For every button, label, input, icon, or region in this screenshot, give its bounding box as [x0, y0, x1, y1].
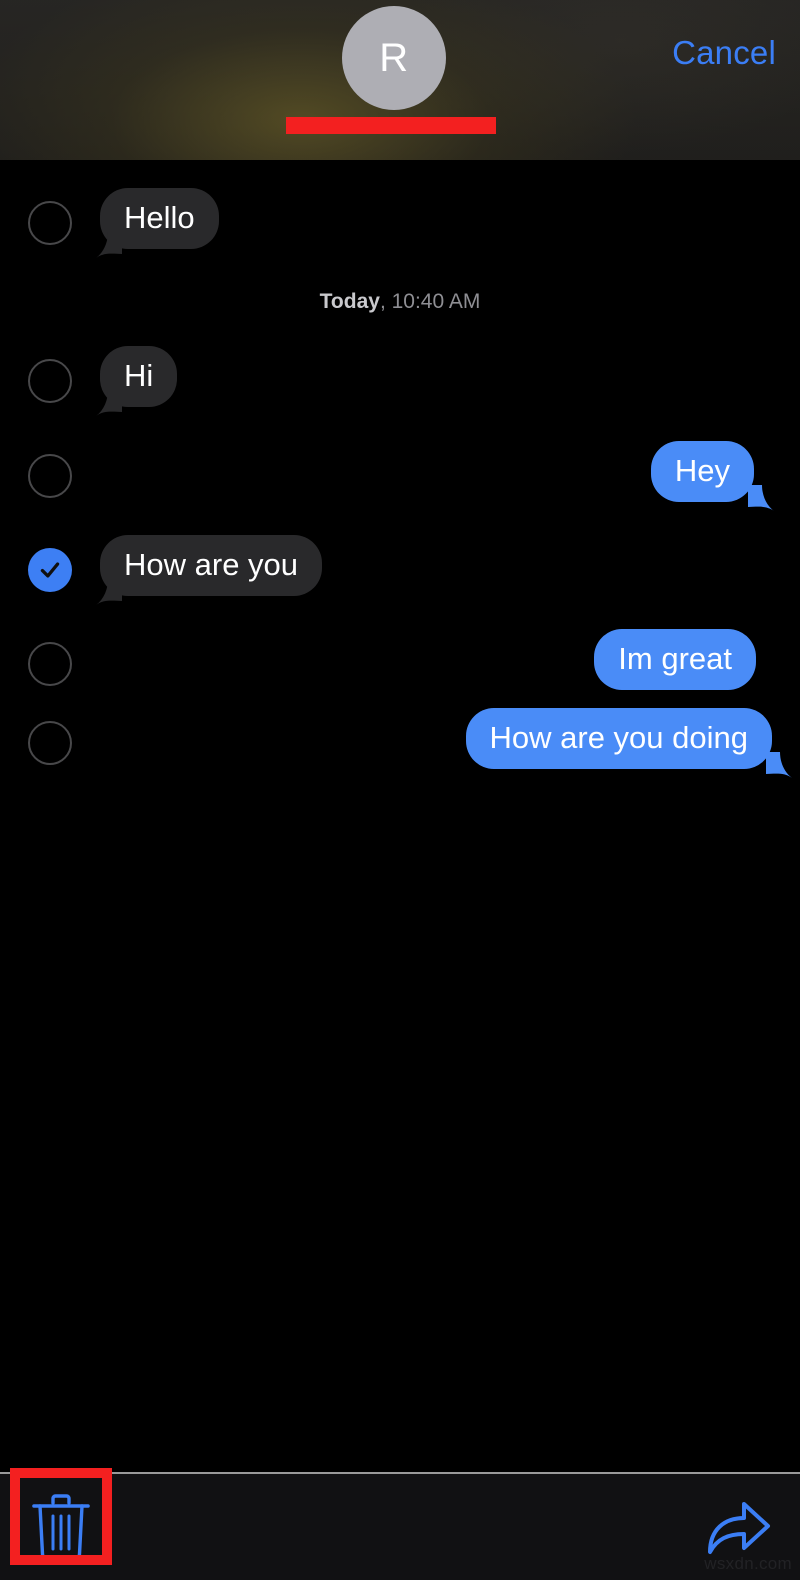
avatar[interactable]: R — [342, 6, 446, 110]
watermark: wsxdn.com — [704, 1554, 792, 1573]
bubble-tail-left — [96, 390, 122, 416]
avatar-initial: R — [379, 36, 409, 80]
message-bubble-outgoing[interactable]: Hey — [650, 441, 754, 502]
messages-selection-screen: R Cancel Hello Today, 10:40 AM Hi Hey Ho… — [0, 0, 800, 1580]
conversation-header: R Cancel — [0, 0, 800, 160]
bubble-tail-left — [96, 579, 122, 605]
delete-button[interactable] — [30, 1494, 92, 1562]
message-select-circle[interactable] — [28, 359, 72, 403]
forward-button[interactable] — [706, 1496, 772, 1558]
message-select-circle-checked[interactable] — [28, 548, 72, 592]
cancel-button[interactable]: Cancel — [672, 34, 776, 72]
message-list: Hello Today, 10:40 AM Hi Hey How are you… — [0, 160, 800, 1472]
bubble-tail-left — [96, 232, 122, 258]
message-select-circle[interactable] — [28, 642, 72, 686]
message-select-circle[interactable] — [28, 454, 72, 498]
message-bubble-outgoing[interactable]: How are you doing — [465, 708, 772, 769]
bubble-tail-right — [748, 485, 774, 511]
message-select-circle[interactable] — [28, 721, 72, 765]
message-select-circle[interactable] — [28, 201, 72, 245]
checkmark-icon — [40, 562, 60, 578]
trash-icon — [32, 1494, 90, 1562]
timestamp-day: Today — [319, 290, 380, 313]
message-bubble-incoming[interactable]: How are you — [100, 535, 323, 596]
bubble-tail-right — [766, 752, 792, 778]
action-toolbar: wsxdn.com — [0, 1474, 800, 1580]
forward-arrow-icon — [708, 1502, 770, 1554]
timestamp-time: , 10:40 AM — [379, 290, 481, 313]
timestamp: Today, 10:40 AM — [0, 290, 800, 314]
name-redaction-bar — [286, 117, 496, 134]
message-bubble-outgoing[interactable]: Im great — [594, 629, 756, 690]
